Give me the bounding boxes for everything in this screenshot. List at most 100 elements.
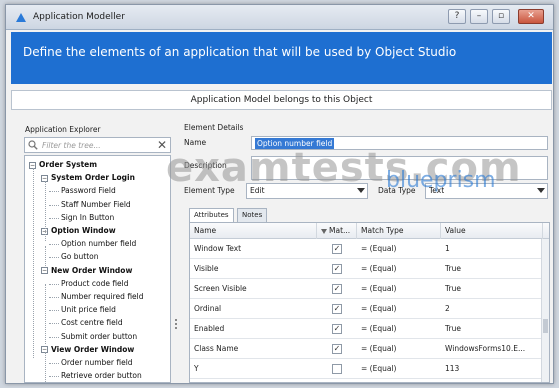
- attribute-value-cell[interactable]: True: [441, 259, 543, 279]
- tab-attributes[interactable]: Attributes: [189, 208, 234, 223]
- tree-item-label: New Order Window: [51, 265, 133, 275]
- attribute-value-cell[interactable]: 113: [441, 359, 543, 379]
- element-type-select[interactable]: Edit: [246, 183, 368, 199]
- tree-item[interactable]: − Option Window: [41, 225, 116, 237]
- tree-item-label: Product code field: [61, 278, 129, 288]
- tree-item-label: Staff Number Field: [61, 199, 131, 209]
- table-row[interactable]: Class Name = (Equal) WindowsForms10.E... ✓: [190, 339, 549, 359]
- tree-guide-line: [45, 284, 46, 344]
- tree-connector: [49, 336, 59, 338]
- description-field[interactable]: [251, 156, 548, 180]
- tree-item[interactable]: − System Order Login: [41, 172, 135, 184]
- match-type-cell[interactable]: = (Equal): [357, 239, 441, 259]
- tree-guide-line: [45, 181, 46, 241]
- match-checkbox[interactable]: ✓: [332, 344, 342, 354]
- data-type-value: Text: [429, 186, 445, 195]
- scrollbar-thumb[interactable]: [543, 319, 548, 333]
- element-type-value: Edit: [250, 186, 265, 195]
- tree-connector: [49, 323, 59, 325]
- tree-item[interactable]: Retrieve order button: [61, 370, 142, 382]
- name-label: Name: [184, 138, 207, 147]
- tree-filter-input[interactable]: Filter the tree... ✕: [24, 137, 171, 153]
- attribute-value-cell[interactable]: 1: [441, 239, 543, 259]
- match-type-cell[interactable]: = (Equal): [357, 299, 441, 319]
- data-type-select[interactable]: Text: [425, 183, 548, 199]
- tree-item[interactable]: − New Order Window: [41, 265, 132, 277]
- match-checkbox[interactable]: ✓: [332, 244, 342, 254]
- match-checkbox[interactable]: ✓: [332, 324, 342, 334]
- column-header-value[interactable]: Value: [441, 223, 543, 239]
- app-logo-icon: [16, 13, 26, 22]
- panel-splitter[interactable]: [174, 317, 178, 337]
- collapse-icon[interactable]: −: [41, 267, 48, 275]
- match-type-cell[interactable]: = (Equal): [357, 319, 441, 339]
- window-title: Application Modeller: [33, 12, 125, 22]
- tree-item[interactable]: Option number field: [61, 238, 136, 250]
- model-owner-band: Application Model belongs to this Object: [11, 90, 552, 110]
- match-type-cell[interactable]: = (Equal): [357, 359, 441, 379]
- minimize-button[interactable]: –: [470, 9, 488, 24]
- table-row[interactable]: Window Text = (Equal) 1 ✓: [190, 239, 549, 259]
- match-checkbox[interactable]: [332, 364, 342, 374]
- title-bar: Application Modeller ? – ▫ ✕: [6, 5, 553, 30]
- tree-item[interactable]: Unit price field: [61, 304, 116, 316]
- match-type-cell[interactable]: = (Equal): [357, 339, 441, 359]
- tree-item-label: Retrieve order button: [61, 371, 142, 381]
- tree-item-label: Sign In Button: [61, 212, 115, 222]
- match-checkbox[interactable]: ✓: [332, 284, 342, 294]
- attribute-value-cell[interactable]: WindowsForms10.E...: [441, 339, 543, 359]
- help-button[interactable]: ?: [448, 9, 466, 24]
- column-header-match[interactable]: Mat...: [317, 223, 357, 239]
- match-type-cell[interactable]: = (Equal): [357, 259, 441, 279]
- tree-item[interactable]: Cost centre field: [61, 317, 123, 329]
- filter-icon: [321, 228, 327, 234]
- tree-item-label: Order number field: [61, 358, 133, 367]
- attributes-grid: Name Mat... Match Type Value Window Text…: [189, 222, 550, 383]
- maximize-button[interactable]: ▫: [492, 9, 510, 24]
- tree-item-label: Number required field: [61, 292, 144, 301]
- attribute-value-cell[interactable]: 2: [441, 299, 543, 319]
- tree-item[interactable]: Submit order button: [61, 331, 137, 343]
- attribute-value-cell[interactable]: True: [441, 279, 543, 299]
- tree-item[interactable]: Order number field: [61, 357, 133, 369]
- table-row[interactable]: Visible = (Equal) True ✓: [190, 259, 549, 279]
- tree-item[interactable]: Password Field: [61, 185, 116, 197]
- clear-filter-icon[interactable]: ✕: [157, 138, 167, 152]
- close-button[interactable]: ✕: [518, 9, 544, 24]
- header-banner: Define the elements of an application th…: [11, 32, 552, 84]
- tree-item[interactable]: − Order System: [29, 159, 97, 171]
- table-row[interactable]: Screen Visible = (Equal) True ✓: [190, 279, 549, 299]
- tree-item[interactable]: Product code field: [61, 278, 129, 290]
- application-modeller-window: Application Modeller ? – ▫ ✕ Define the …: [5, 4, 554, 384]
- tree-item-label: Password Field: [61, 186, 116, 196]
- chevron-down-icon: [357, 188, 365, 193]
- attribute-name-cell: Ordinal: [194, 304, 222, 313]
- tab-notes[interactable]: Notes: [237, 208, 268, 222]
- element-type-label: Element Type: [184, 186, 235, 195]
- match-type-cell[interactable]: = (Equal): [357, 279, 441, 299]
- element-name-field[interactable]: Option number field: [251, 136, 548, 150]
- table-row[interactable]: Y = (Equal) 113: [190, 359, 549, 379]
- match-checkbox[interactable]: ✓: [332, 264, 342, 274]
- tree-item-label: Option Window: [51, 226, 116, 235]
- application-tree[interactable]: − Order System − System Order Login Password…: [24, 155, 171, 383]
- tree-item-label: System Order Login: [51, 173, 135, 183]
- tree-item-label: Submit order button: [61, 331, 138, 341]
- grid-scrollbar[interactable]: [541, 239, 549, 382]
- filter-placeholder: Filter the tree...: [42, 141, 101, 150]
- attribute-name-cell: Visible: [194, 264, 219, 273]
- table-row[interactable]: Ordinal = (Equal) 2 ✓: [190, 299, 549, 319]
- banner-text: Define the elements of an application th…: [23, 45, 457, 59]
- tree-item[interactable]: Number required field: [61, 291, 144, 303]
- attribute-value-cell[interactable]: True: [441, 319, 543, 339]
- tree-connector: [49, 217, 59, 219]
- tree-item[interactable]: Go button: [61, 251, 99, 263]
- tree-item[interactable]: Staff Number Field: [61, 199, 131, 211]
- tree-item[interactable]: Sign In Button: [61, 212, 114, 224]
- column-header-match-type[interactable]: Match Type: [357, 223, 441, 239]
- match-checkbox[interactable]: ✓: [332, 304, 342, 314]
- tree-connector: [49, 283, 59, 285]
- table-row[interactable]: Enabled = (Equal) True ✓: [190, 319, 549, 339]
- column-header-name[interactable]: Name: [190, 223, 317, 239]
- tree-item[interactable]: − View Order Window: [41, 344, 134, 356]
